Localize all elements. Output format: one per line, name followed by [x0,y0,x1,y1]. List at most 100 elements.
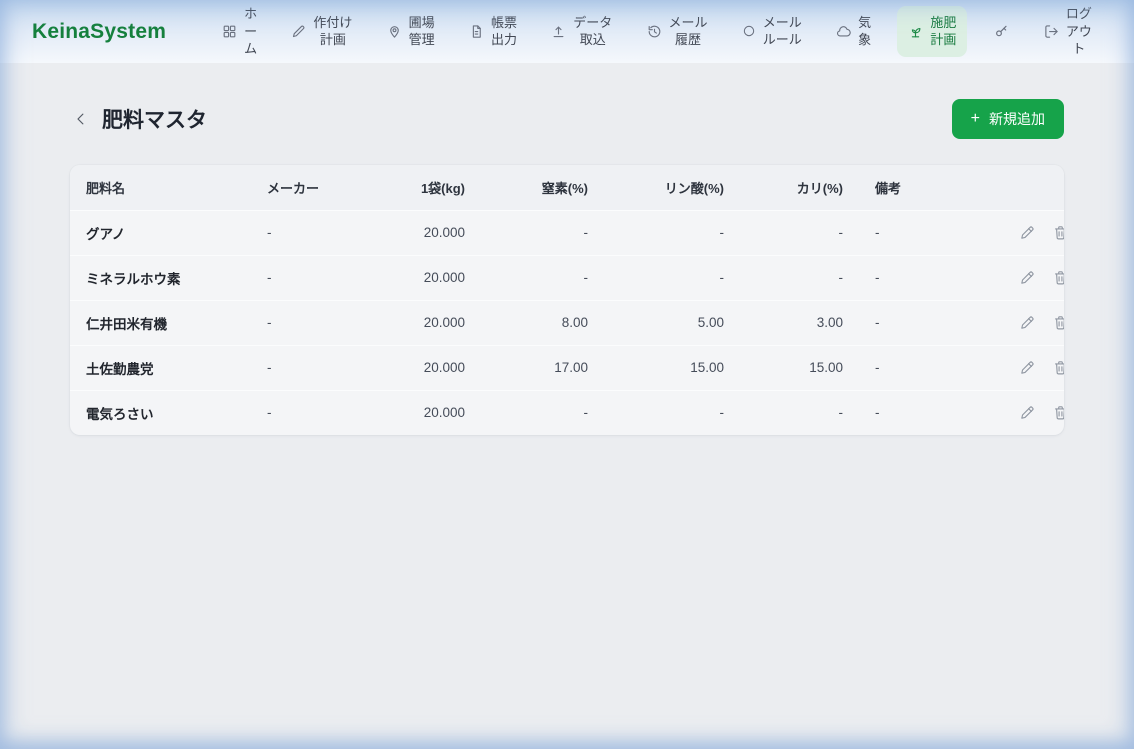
nav-item-label: 作付け 計画 [313,14,352,49]
cell-memo: - [859,255,991,300]
logout-icon [1044,24,1059,39]
nav-item-report-output[interactable]: 帳票 出力 [461,9,525,54]
nav-item-fertilization-plan[interactable]: 施肥 計画 [897,6,967,57]
nav-item-label: ホ ー ム [244,5,257,58]
cell-actions [991,390,1064,435]
trash-icon [1052,404,1064,421]
nav-item-label: メール ルール [763,14,802,49]
nav-item-data-import[interactable]: データ 取込 [543,9,620,54]
sprout-icon [908,24,923,39]
delete-button[interactable] [1052,314,1064,331]
app-viewport: KeinaSystem ホ ー ム 作付け 計画 圃場 管理 [0,0,1134,749]
edit-button[interactable] [1019,404,1036,421]
table-row: 電気ろさい - 20.000 - - - - [70,390,1064,435]
cell-nitrogen: - [481,210,604,255]
cell-phosphate: - [604,255,740,300]
trash-icon [1052,269,1064,286]
column-header-memo: 備考 [859,165,991,210]
cell-phosphate: 15.00 [604,345,740,390]
add-new-button-label: 新規追加 [989,109,1045,129]
add-new-button[interactable]: + 新規追加 [952,99,1064,139]
cell-maker: - [251,300,371,345]
nav-item-field-management[interactable]: 圃場 管理 [379,9,443,54]
cell-actions [991,255,1064,300]
table-row: グアノ - 20.000 - - - - [70,210,1064,255]
nav-item-label: メール 履歴 [669,14,708,49]
nav-item-mail-rules[interactable]: メール ルール [734,9,810,54]
cell-bag: 20.000 [371,255,481,300]
edit-button[interactable] [1019,359,1036,376]
top-navigation: KeinaSystem ホ ー ム 作付け 計画 圃場 管理 [0,0,1134,63]
cell-nitrogen: - [481,390,604,435]
cell-bag: 20.000 [371,345,481,390]
cell-maker: - [251,210,371,255]
back-button[interactable] [70,108,92,130]
nav-menu: ホ ー ム 作付け 計画 圃場 管理 帳票 出力 [214,0,1100,63]
edit-button[interactable] [1019,269,1036,286]
cell-name: 土佐勤農党 [70,345,251,390]
cell-nitrogen: 17.00 [481,345,604,390]
cell-name: グアノ [70,210,251,255]
edit-pencil-icon [1019,359,1036,376]
nav-item-home[interactable]: ホ ー ム [214,0,265,63]
column-header-nitrogen: 窒素(%) [481,165,604,210]
cell-bag: 20.000 [371,210,481,255]
edit-pencil-icon [1019,314,1036,331]
delete-button[interactable] [1052,359,1064,376]
edit-button[interactable] [1019,314,1036,331]
cell-maker: - [251,255,371,300]
nav-item-label: 気 象 [858,14,871,49]
delete-button[interactable] [1052,404,1064,421]
nav-item-label: 施肥 計画 [930,14,956,49]
column-header-potassium: カリ(%) [740,165,859,210]
delete-button[interactable] [1052,224,1064,241]
nav-item-mail-history[interactable]: メール 履歴 [639,9,716,54]
edit-pencil-icon [1019,404,1036,421]
trash-icon [1052,359,1064,376]
column-header-phosphate: リン酸(%) [604,165,740,210]
cell-memo: - [859,345,991,390]
nav-item-label: データ 取込 [573,14,612,49]
table-header-row: 肥料名 メーカー 1袋(kg) 窒素(%) リン酸(%) カリ(%) 備考 [70,165,1064,210]
brand-logo[interactable]: KeinaSystem [32,20,166,44]
nav-item-logout[interactable]: ログ アウ ト [1036,0,1100,63]
nav-item-planting-plan[interactable]: 作付け 計画 [283,9,360,54]
delete-button[interactable] [1052,269,1064,286]
edit-pencil-icon [1019,224,1036,241]
key-icon [994,23,1010,39]
dashboard-icon [222,24,237,39]
cell-memo: - [859,210,991,255]
trash-icon [1052,224,1064,241]
cell-maker: - [251,390,371,435]
cell-potassium: - [740,390,859,435]
edit-button[interactable] [1019,224,1036,241]
cell-memo: - [859,300,991,345]
cell-potassium: - [740,255,859,300]
cloud-icon [836,24,851,39]
table-row: 土佐勤農党 - 20.000 17.00 15.00 15.00 - [70,345,1064,390]
cell-actions [991,210,1064,255]
cell-potassium: - [740,210,859,255]
cell-bag: 20.000 [371,390,481,435]
fertilizer-table-card: 肥料名 メーカー 1袋(kg) 窒素(%) リン酸(%) カリ(%) 備考 グア… [70,165,1064,435]
cell-bag: 20.000 [371,300,481,345]
column-header-actions [991,165,1064,210]
document-icon [469,24,484,39]
page-title: 肥料マスタ [102,104,207,134]
trash-icon [1052,314,1064,331]
cell-potassium: 15.00 [740,345,859,390]
column-header-name: 肥料名 [70,165,251,210]
nav-item-label: 帳票 出力 [491,14,517,49]
cell-phosphate: - [604,210,740,255]
column-header-maker: メーカー [251,165,371,210]
edit-pencil-icon [1019,269,1036,286]
upload-icon [551,24,566,39]
circle-icon [742,24,756,38]
plus-icon: + [971,111,980,127]
cell-nitrogen: - [481,255,604,300]
cell-name: 電気ろさい [70,390,251,435]
nav-item-label: ログ アウ ト [1066,5,1092,58]
nav-item-weather[interactable]: 気 象 [828,9,879,54]
main-content: 肥料マスタ + 新規追加 肥料名 メーカー 1袋(kg) 窒素(%) [0,63,1134,435]
nav-item-key[interactable] [986,18,1018,44]
